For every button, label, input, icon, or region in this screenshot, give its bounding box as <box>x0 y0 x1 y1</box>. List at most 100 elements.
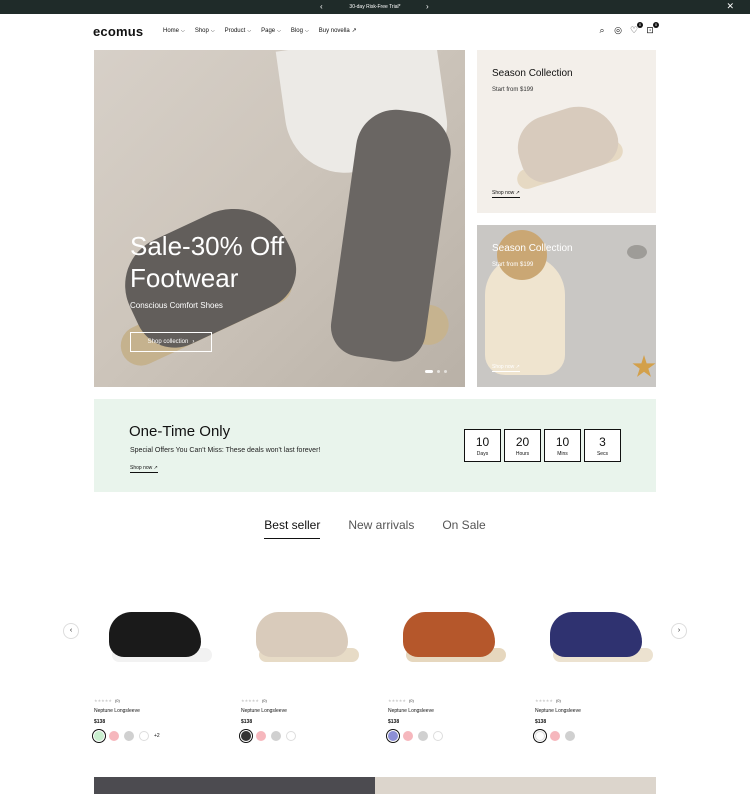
product-name[interactable]: Neptune Longsleeve <box>94 708 214 714</box>
button-label: Shop collection <box>147 339 189 345</box>
slider-dot[interactable] <box>425 370 433 373</box>
product-name[interactable]: Neptune Longsleeve <box>388 708 508 714</box>
season-collection-banner[interactable]: Season Collection Start from $199 Shop n… <box>477 50 656 213</box>
site-header: ecomus Home ⌵ Shop ⌵ Product ⌵ Page ⌵ Blog ⌵ … <box>0 14 750 48</box>
nav-item-product[interactable]: Product ⌵ <box>225 27 251 34</box>
color-swatch[interactable] <box>433 731 443 741</box>
header-icons: ⌕ ◎ ♡ 0 ⊡ 0 <box>597 22 659 35</box>
product-shoe-upper <box>256 612 348 657</box>
color-swatch[interactable] <box>535 731 545 741</box>
account-icon[interactable]: ◎ <box>613 25 623 35</box>
tab-on-sale[interactable]: On Sale <box>442 518 485 539</box>
product-shoe-upper <box>550 612 642 657</box>
shop-collection-button[interactable]: Shop collection › <box>130 332 212 352</box>
product-image[interactable] <box>388 580 508 685</box>
product-card[interactable]: ★★★★★ (0) Neptune Longsleeve $138 <box>388 580 508 741</box>
review-count: (0) <box>114 698 120 703</box>
announcement-next-icon[interactable]: › <box>426 2 429 12</box>
product-card[interactable]: ★★★★★ (0) Neptune Longsleeve $138 +2 <box>94 580 214 741</box>
promo-text: Special Offers You Can't Miss: These dea… <box>130 447 321 454</box>
carousel-prev-button[interactable]: ‹ <box>63 623 79 639</box>
logo[interactable]: ecomus <box>93 24 143 39</box>
shop-now-link[interactable]: Shop now ↗ <box>130 465 158 473</box>
banner-image-child-head <box>497 230 547 280</box>
cart-count-badge: 0 <box>653 22 659 28</box>
product-name[interactable]: Neptune Longsleeve <box>241 708 361 714</box>
color-swatch[interactable] <box>403 731 413 741</box>
color-swatch[interactable] <box>109 731 119 741</box>
more-colors-label[interactable]: +2 <box>154 733 160 739</box>
nav-label: Product <box>224 27 246 34</box>
product-price: $138 <box>388 719 400 725</box>
nav-item-page[interactable]: Page ⌵ <box>261 27 281 34</box>
color-swatches: +2 <box>94 731 214 741</box>
search-icon[interactable]: ⌕ <box>597 25 607 35</box>
color-swatch[interactable] <box>139 731 149 741</box>
cart-icon[interactable]: ⊡ 0 <box>645 22 659 35</box>
tab-best-seller[interactable]: Best seller <box>264 518 321 539</box>
color-swatch[interactable] <box>418 731 428 741</box>
countdown-label: Days <box>476 451 489 457</box>
nav-item-blog[interactable]: Blog ⌵ <box>291 27 309 34</box>
product-tabs: Best seller New arrivals On Sale <box>0 518 750 539</box>
nav-label: Blog <box>290 27 303 34</box>
banner-title: Season Collection <box>492 68 573 79</box>
nav-label: Home <box>163 27 180 34</box>
banner-subtitle: Start from $199 <box>492 262 534 268</box>
hero-slider: Sale-30% Off Footwear Conscious Comfort … <box>94 50 465 387</box>
color-swatch[interactable] <box>388 731 398 741</box>
chevron-right-icon: › <box>192 339 195 345</box>
shop-now-link[interactable]: Shop now ↗ <box>492 364 520 372</box>
wishlist-icon[interactable]: ♡ 0 <box>629 22 643 35</box>
color-swatch[interactable] <box>256 731 266 741</box>
product-image[interactable] <box>94 580 214 685</box>
color-swatch[interactable] <box>124 731 134 741</box>
tab-new-arrivals[interactable]: New arrivals <box>348 518 414 539</box>
product-image[interactable] <box>241 580 361 685</box>
color-swatch[interactable] <box>271 731 281 741</box>
countdown-secs: 3 Secs <box>584 429 621 462</box>
arrow-up-right-icon: ↗ <box>351 28 357 34</box>
season-collection-banner[interactable]: Season Collection Start from $199 Shop n… <box>477 225 656 387</box>
countdown-days: 10 Days <box>464 429 501 462</box>
countdown-mins: 10 Mins <box>544 429 581 462</box>
review-count: (0) <box>408 698 414 703</box>
product-price: $138 <box>535 719 547 725</box>
wishlist-count-badge: 0 <box>637 22 643 28</box>
carousel-next-button[interactable]: › <box>671 623 687 639</box>
banner-subtitle: Start from $199 <box>492 87 534 93</box>
bottom-banner-dark <box>94 777 375 794</box>
chevron-down-icon: ⌵ <box>247 27 252 34</box>
star-icon: ★★★★★ <box>94 698 112 703</box>
nav-label: Shop <box>194 27 209 34</box>
product-name[interactable]: Neptune Longsleeve <box>535 708 655 714</box>
product-grid: ★★★★★ (0) Neptune Longsleeve $138 +2 ★★★★… <box>94 580 656 741</box>
banner-title: Season Collection <box>492 243 573 254</box>
slider-dot[interactable] <box>444 370 447 373</box>
color-swatch[interactable] <box>550 731 560 741</box>
close-icon[interactable]: ✕ <box>726 1 734 12</box>
star-icon: ★★★★★ <box>241 698 259 703</box>
nav-item-shop[interactable]: Shop ⌵ <box>195 27 215 34</box>
product-card[interactable]: ★★★★★ (0) Neptune Longsleeve $138 <box>241 580 361 741</box>
color-swatch[interactable] <box>565 731 575 741</box>
countdown-value: 10 <box>475 435 490 449</box>
color-swatch[interactable] <box>94 731 104 741</box>
slider-dot[interactable] <box>437 370 440 373</box>
nav-item-buy-novella[interactable]: Buy novella ↗ <box>319 27 357 35</box>
chevron-down-icon: ⌵ <box>210 27 215 34</box>
nav-item-home[interactable]: Home ⌵ <box>163 27 185 34</box>
countdown-timer: 10 Days 20 Hours 10 Mins 3 Secs <box>464 429 621 462</box>
color-swatches <box>388 731 508 741</box>
product-image[interactable] <box>535 580 655 685</box>
color-swatch[interactable] <box>241 731 251 741</box>
countdown-label: Hours <box>515 451 530 457</box>
review-count: (0) <box>555 698 561 703</box>
banner-image-stone <box>627 245 647 259</box>
color-swatch[interactable] <box>286 731 296 741</box>
product-rating: ★★★★★ (0) <box>388 698 508 703</box>
shop-now-link[interactable]: Shop now ↗ <box>492 190 520 198</box>
star-icon: ★★★★★ <box>388 698 406 703</box>
hero-title: Sale-30% Off Footwear <box>130 230 284 294</box>
product-card[interactable]: ★★★★★ (0) Neptune Longsleeve $138 <box>535 580 655 741</box>
